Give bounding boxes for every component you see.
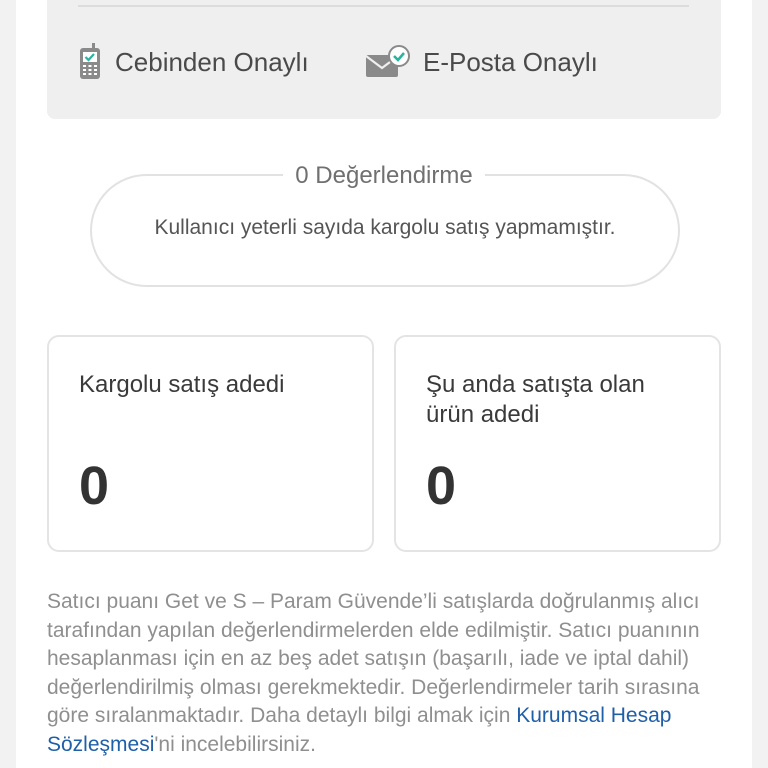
- mail-verified-badge: E-Posta Onaylı: [365, 40, 598, 84]
- mail-verified-icon: [365, 45, 411, 79]
- shipped-sales-card: Kargolu satış adedi 0: [47, 335, 374, 552]
- shipped-sales-value: 0: [79, 456, 110, 516]
- phone-verified-badge: Cebinden Onaylı: [77, 40, 309, 84]
- page: Cebinden Onaylı E-Posta Onaylı 0 Değerle…: [16, 0, 752, 768]
- phone-verified-icon: [77, 43, 103, 81]
- divider: [78, 5, 689, 7]
- phone-verified-label: Cebinden Onaylı: [115, 46, 309, 77]
- active-listings-label: Şu anda satışta olan ürün adedi: [426, 371, 645, 428]
- rating-message: Kullanıcı yeterli sayıda kargolu satış y…: [154, 216, 616, 239]
- mail-verified-label: E-Posta Onaylı: [423, 46, 598, 77]
- active-listings-value: 0: [426, 456, 457, 516]
- rating-info-note: Satıcı puanı Get ve S – Param Güvende’li…: [47, 588, 737, 759]
- shipped-sales-label: Kargolu satış adedi: [79, 371, 285, 398]
- verification-card: Cebinden Onaylı E-Posta Onaylı: [47, 0, 721, 119]
- note-text-end: 'ni incelebilirsiniz.: [154, 732, 316, 756]
- active-listings-card: Şu anda satışta olan ürün adedi 0: [394, 335, 721, 552]
